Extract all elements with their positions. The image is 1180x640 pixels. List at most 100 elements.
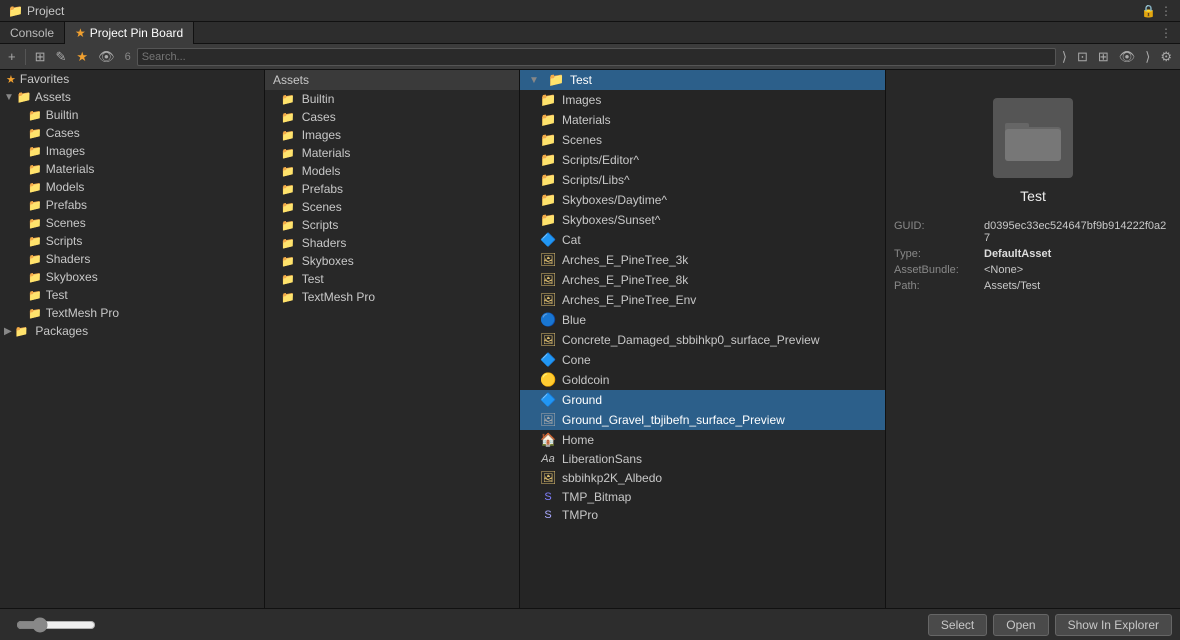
file-item-scenes[interactable]: 📁 Scenes	[520, 130, 885, 150]
inspector-assetbundle-value: <None>	[984, 264, 1023, 276]
inspector-path-label: Path:	[894, 280, 984, 292]
toolbar-layout2-btn[interactable]: ⊞	[1094, 48, 1113, 65]
file-item-images[interactable]: 📁 Images	[520, 90, 885, 110]
tree-item-images[interactable]: 📁 Images	[0, 142, 264, 160]
toolbar-eye-btn[interactable]: 👁	[94, 48, 119, 65]
zoom-slider[interactable]	[16, 617, 96, 633]
tree-item-models[interactable]: 📁 Models	[0, 178, 264, 196]
toolbar-settings-btn[interactable]: ⚙	[1156, 48, 1176, 65]
open-button[interactable]: Open	[993, 614, 1048, 636]
file-item-liberation[interactable]: Aa LiberationSans	[520, 450, 885, 468]
create-button[interactable]: +	[4, 48, 20, 65]
middle-images[interactable]: 📁 Images	[265, 126, 519, 144]
tree-item-shaders[interactable]: 📁 Shaders	[0, 250, 264, 268]
file-item-ground[interactable]: 🔷 Ground	[520, 390, 885, 410]
toolbar-arrow-right-btn[interactable]: ⟩	[1058, 48, 1071, 65]
file-item-home[interactable]: 🏠 Home	[520, 430, 885, 450]
file-item-scripts-editor[interactable]: 📁 Scripts/Editor^	[520, 150, 885, 170]
folder-icon-prefabs: 📁	[28, 199, 42, 212]
file-item-skyboxes-sunset[interactable]: 📁 Skyboxes/Sunset^	[520, 210, 885, 230]
middle-scripts[interactable]: 📁 Scripts	[265, 216, 519, 234]
tree-item-textmesh-pro[interactable]: 📁 TextMesh Pro	[0, 304, 264, 322]
middle-prefabs[interactable]: 📁 Prefabs	[265, 180, 519, 198]
label-m-materials: Materials	[302, 146, 351, 160]
middle-test[interactable]: 📁 Test	[265, 270, 519, 288]
texture-icon-arches-3k: 🖼	[540, 252, 556, 268]
file-item-tmp-bitmap[interactable]: S TMP_Bitmap	[520, 488, 885, 506]
tree-label-textmesh: TextMesh Pro	[46, 306, 119, 320]
tree-item-builtin[interactable]: 📁 Builtin	[0, 106, 264, 124]
show-explorer-button[interactable]: Show In Explorer	[1055, 614, 1172, 636]
file-item-cat[interactable]: 🔷 Cat	[520, 230, 885, 250]
tree-item-packages[interactable]: ▶ 📁 Packages	[0, 322, 264, 340]
more-icon[interactable]: ⋮	[1160, 4, 1172, 18]
label-m-images: Images	[302, 128, 341, 142]
toolbar-layout-btn[interactable]: ⊡	[1073, 48, 1092, 65]
tab-console[interactable]: Console	[0, 22, 65, 44]
file-item-blue[interactable]: 🔵 Blue	[520, 310, 885, 330]
label-m-skyboxes: Skyboxes	[302, 254, 354, 268]
file-item-goldcoin[interactable]: 🟡 Goldcoin	[520, 370, 885, 390]
toolbar-edit-btn[interactable]: ✎	[52, 48, 71, 65]
texture-icon-ground-gravel: 🖼	[540, 412, 556, 428]
mesh-icon-cone: 🔷	[540, 352, 556, 368]
select-button[interactable]: Select	[928, 614, 987, 636]
file-item-arches-8k[interactable]: 🖼 Arches_E_PineTree_8k	[520, 270, 885, 290]
label-file-skyboxes-daytime: Skyboxes/Daytime^	[562, 193, 667, 207]
middle-builtin[interactable]: 📁 Builtin	[265, 90, 519, 108]
tree-item-skyboxes[interactable]: 📁 Skyboxes	[0, 268, 264, 286]
toolbar-eye2-btn[interactable]: 👁	[1115, 48, 1140, 65]
folder-icon-m-shaders: 📁	[281, 237, 295, 250]
inspector-guid-value: d0395ec33ec524647bf9b914222f0a27	[984, 220, 1172, 244]
assets-section-header[interactable]: ▼ 📁 Assets	[0, 88, 264, 106]
toolbar-count: 6	[121, 51, 135, 63]
tree-label-models: Models	[46, 180, 85, 194]
label-file-ground-gravel: Ground_Gravel_tbjibefn_surface_Preview	[562, 413, 785, 427]
tree-label-builtin: Builtin	[46, 108, 79, 122]
lock-icon[interactable]: 🔒	[1141, 4, 1156, 18]
file-item-ground-gravel[interactable]: 🖼 Ground_Gravel_tbjibefn_surface_Preview	[520, 410, 885, 430]
tree-item-scripts[interactable]: 📁 Scripts	[0, 232, 264, 250]
file-item-tmpro[interactable]: S TMPro	[520, 506, 885, 524]
tree-item-test-left[interactable]: 📁 Test	[0, 286, 264, 304]
file-item-arches-3k[interactable]: 🖼 Arches_E_PineTree_3k	[520, 250, 885, 270]
tree-item-cases[interactable]: 📁 Cases	[0, 124, 264, 142]
middle-models[interactable]: 📁 Models	[265, 162, 519, 180]
middle-skyboxes[interactable]: 📁 Skyboxes	[265, 252, 519, 270]
tree-item-scenes[interactable]: 📁 Scenes	[0, 214, 264, 232]
middle-materials[interactable]: 📁 Materials	[265, 144, 519, 162]
file-item-concrete[interactable]: 🖼 Concrete_Damaged_sbbihkp0_surface_Prev…	[520, 330, 885, 350]
middle-scenes[interactable]: 📁 Scenes	[265, 198, 519, 216]
favorites-header[interactable]: ★ Favorites	[0, 70, 264, 88]
label-file-sbbihkp: sbbihkp2K_Albedo	[562, 471, 662, 485]
tab-project-pin-board[interactable]: ★ Project Pin Board	[65, 22, 194, 44]
label-file-skyboxes-sunset: Skyboxes/Sunset^	[562, 213, 660, 227]
toolbar-grid-btn[interactable]: ⊞	[31, 48, 50, 65]
inspector-guid-label: GUID:	[894, 220, 984, 232]
inspector-properties: GUID: d0395ec33ec524647bf9b914222f0a27 T…	[894, 220, 1172, 296]
file-item-scripts-libs[interactable]: 📁 Scripts/Libs^	[520, 170, 885, 190]
middle-cases[interactable]: 📁 Cases	[265, 108, 519, 126]
file-item-materials[interactable]: 📁 Materials	[520, 110, 885, 130]
toolbar-star-btn[interactable]: ★	[72, 48, 92, 65]
file-item-test-header[interactable]: ▼ 📁 Test	[520, 70, 885, 90]
tree-label-shaders: Shaders	[46, 252, 91, 266]
material-icon-blue: 🔵	[540, 312, 556, 328]
assets-middle-label: Assets	[273, 73, 309, 87]
mesh-icon-ground: 🔷	[540, 392, 556, 408]
file-item-arches-env[interactable]: 🖼 Arches_E_PineTree_Env	[520, 290, 885, 310]
label-m-test: Test	[302, 272, 324, 286]
search-input[interactable]	[137, 48, 1056, 66]
label-m-textmesh: TextMesh Pro	[302, 290, 375, 304]
file-item-cone[interactable]: 🔷 Cone	[520, 350, 885, 370]
toolbar: + ⊞ ✎ ★ 👁 6 ⟩ ⊡ ⊞ 👁 ⟩ ⚙	[0, 44, 1180, 70]
middle-textmesh[interactable]: 📁 TextMesh Pro	[265, 288, 519, 306]
tree-item-materials[interactable]: 📁 Materials	[0, 160, 264, 178]
file-item-sbbihkp[interactable]: 🖼 sbbihkp2K_Albedo	[520, 468, 885, 488]
tab-bar-more[interactable]: ⋮	[1152, 26, 1180, 40]
middle-shaders[interactable]: 📁 Shaders	[265, 234, 519, 252]
toolbar-right-btn[interactable]: ⟩	[1141, 48, 1154, 65]
tree-item-prefabs[interactable]: 📁 Prefabs	[0, 196, 264, 214]
tree-label-packages: Packages	[35, 324, 88, 338]
file-item-skyboxes-daytime[interactable]: 📁 Skyboxes/Daytime^	[520, 190, 885, 210]
